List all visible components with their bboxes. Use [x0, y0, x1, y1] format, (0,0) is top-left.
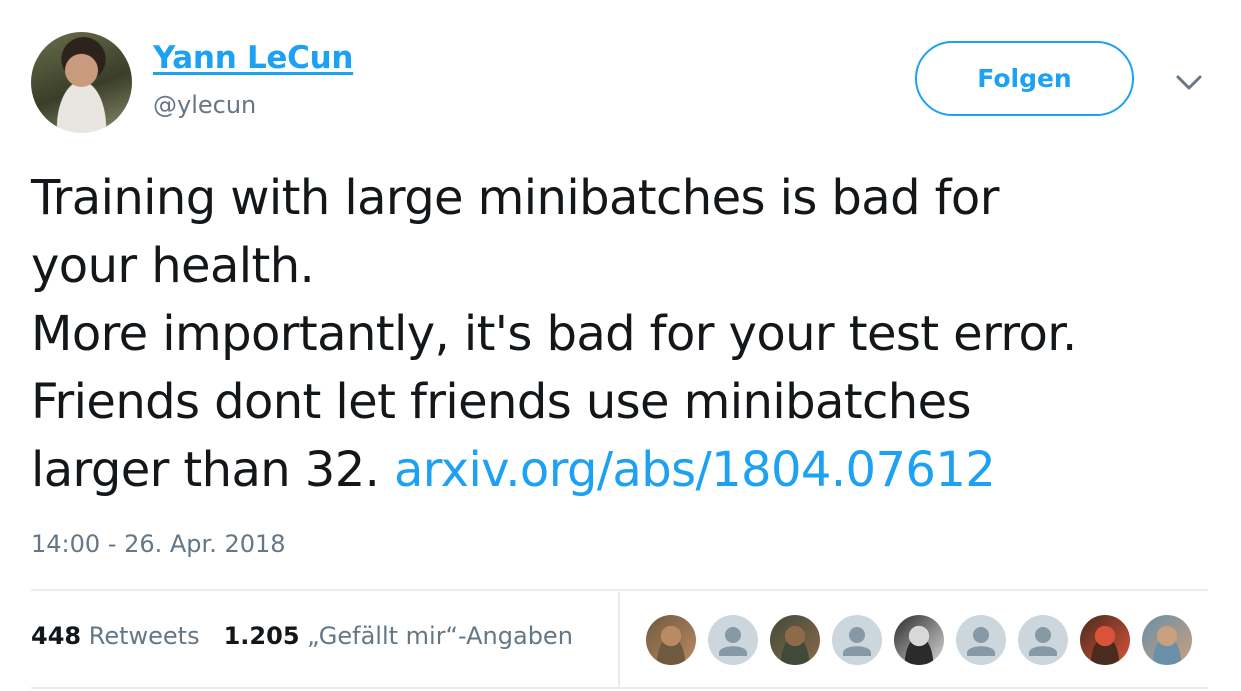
stats-separator — [618, 592, 620, 687]
divider-bottom — [31, 687, 1208, 689]
retweets-stat[interactable]: 448 Retweets — [31, 622, 200, 650]
default-avatar[interactable] — [708, 615, 758, 665]
likes-count: 1.205 — [223, 622, 300, 650]
tweet-line: More importantly, it's bad for your test… — [31, 306, 1077, 362]
tweet-line: Training with large minibatches is bad f… — [31, 170, 999, 226]
likes-label: „Gefällt mir“-Angaben — [307, 622, 573, 650]
tweet-line: your health. — [31, 238, 315, 294]
likes-stat[interactable]: 1.205 „Gefällt mir“-Angaben — [224, 622, 573, 650]
tweet-line-last: larger than 32. arxiv.org/abs/1804.07612 — [31, 436, 1221, 504]
liker-avatar[interactable] — [894, 615, 944, 665]
liker-avatar[interactable] — [1142, 615, 1192, 665]
liker-avatars — [646, 615, 1192, 665]
divider-top — [31, 589, 1208, 591]
tweet-timestamp[interactable]: 14:00 - 26. Apr. 2018 — [31, 530, 286, 558]
tweet-stats: 448 Retweets 1.205 „Gefällt mir“-Angaben — [31, 622, 573, 650]
liker-avatar[interactable] — [770, 615, 820, 665]
author-avatar[interactable] — [31, 32, 132, 133]
default-avatar[interactable] — [1018, 615, 1068, 665]
tweet-text: Training with large minibatches is bad f… — [31, 164, 1221, 504]
retweets-count: 448 — [31, 622, 82, 650]
liker-avatar[interactable] — [1080, 615, 1130, 665]
follow-button[interactable]: Folgen — [915, 41, 1134, 116]
author-name-link[interactable]: Yann LeCun — [153, 40, 353, 76]
tweet-line: Friends dont let friends use minibatches — [31, 374, 972, 430]
arxiv-link[interactable]: arxiv.org/abs/1804.07612 — [394, 442, 996, 498]
liker-avatar[interactable] — [646, 615, 696, 665]
default-avatar[interactable] — [832, 615, 882, 665]
default-avatar[interactable] — [956, 615, 1006, 665]
chevron-down-icon[interactable] — [1172, 68, 1206, 98]
tweet-line-text: larger than 32. — [31, 442, 380, 498]
retweets-label: Retweets — [88, 622, 200, 650]
author-handle: @ylecun — [153, 91, 257, 119]
